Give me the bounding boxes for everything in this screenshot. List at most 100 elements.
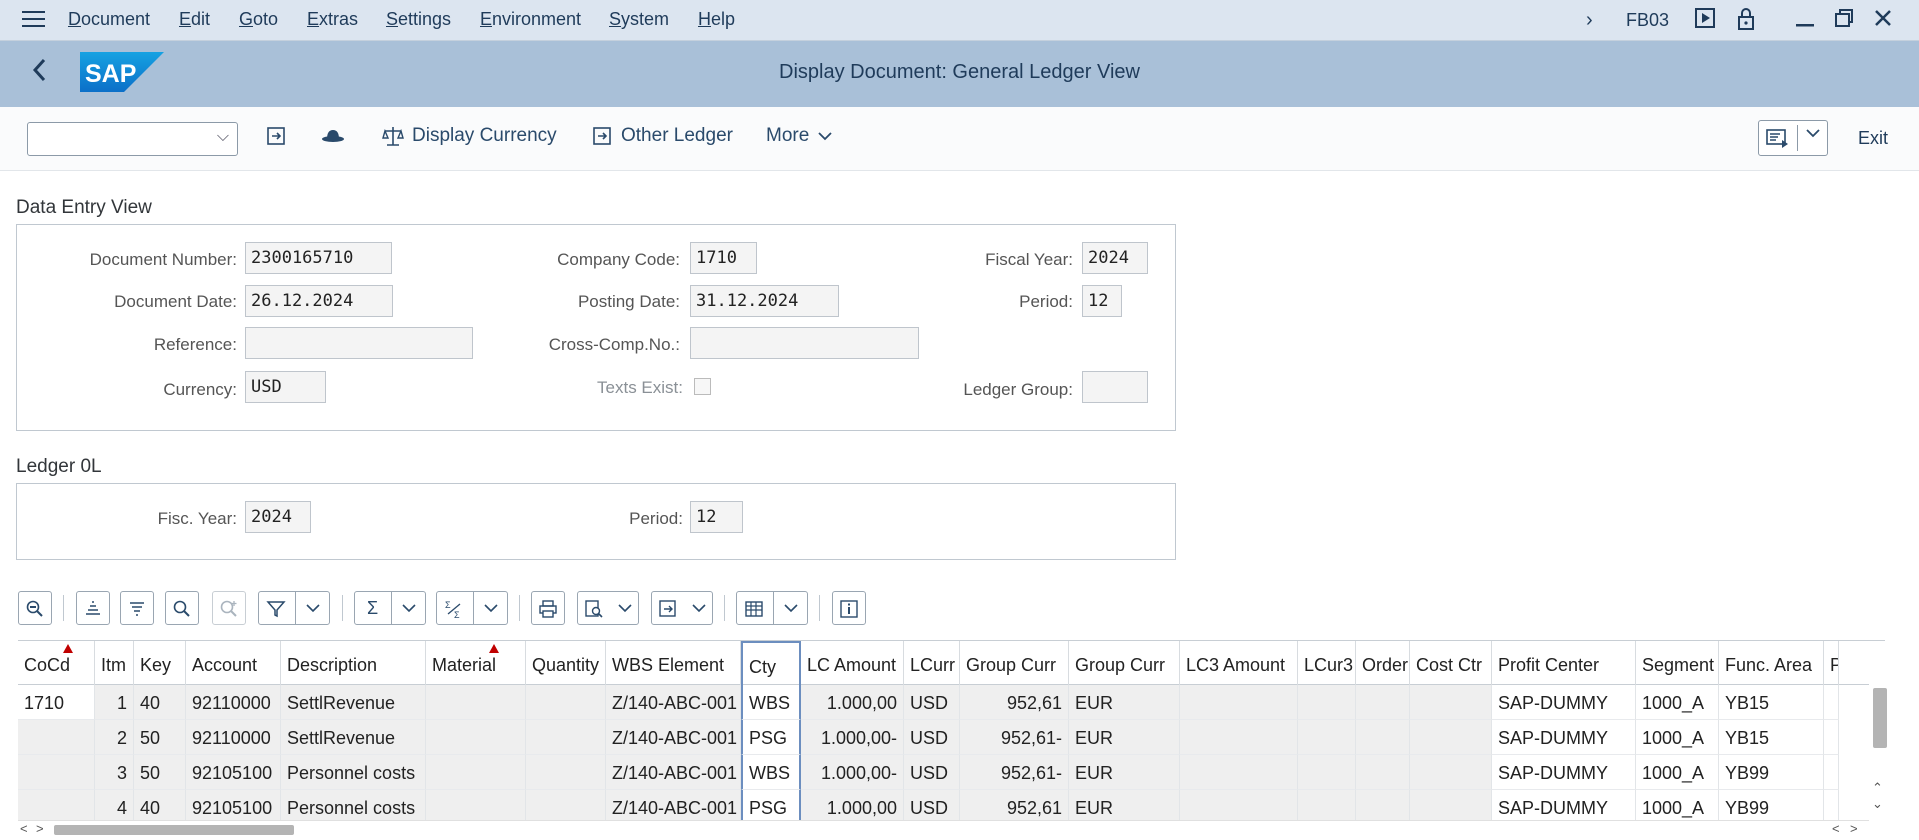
other-ledger-button[interactable]: Other Ledger <box>591 125 733 147</box>
cell-key[interactable]: 50 <box>134 720 186 755</box>
cell-cocd[interactable]: 1710 <box>18 685 95 720</box>
cell-account[interactable]: 92105100 <box>186 755 281 790</box>
column-header-wbs-element[interactable]: WBS Element <box>606 641 741 685</box>
cell-key[interactable]: 40 <box>134 790 186 820</box>
cell-cost-ctr[interactable] <box>1410 685 1492 720</box>
cell-group-curr[interactable]: EUR <box>1069 755 1180 790</box>
cell-cocd[interactable] <box>18 720 95 755</box>
horizontal-scrollbar[interactable]: < > < > <box>18 820 1869 838</box>
cell-profit-center[interactable]: SAP-DUMMY <box>1492 720 1636 755</box>
cell-account[interactable]: 92110000 <box>186 720 281 755</box>
scroll-up-icon[interactable]: ⌃ <box>1872 780 1883 796</box>
cell-group-curr-amount[interactable]: 952,61 <box>960 790 1069 820</box>
cell-order[interactable] <box>1356 755 1410 790</box>
cell-p[interactable] <box>1824 685 1839 720</box>
column-header-cty[interactable]: Cty <box>741 641 801 685</box>
vertical-scrollbar[interactable]: ⌃ ⌄ <box>1869 684 1891 814</box>
ledger-group-field[interactable] <box>1082 371 1148 403</box>
cell-p[interactable] <box>1824 755 1839 790</box>
cell-quantity[interactable] <box>526 685 606 720</box>
print-button[interactable] <box>531 591 565 625</box>
cell-material[interactable] <box>426 755 526 790</box>
cell-cty[interactable]: WBS <box>741 685 801 720</box>
scroll-right-icon[interactable]: > <box>1850 821 1858 836</box>
cell-lcurr[interactable]: USD <box>904 755 960 790</box>
cross-comp-field[interactable] <box>690 327 919 359</box>
cell-order[interactable] <box>1356 685 1410 720</box>
cell-itm[interactable]: 2 <box>95 720 134 755</box>
command-field[interactable]: ⌵ <box>27 122 238 156</box>
cell-group-curr[interactable]: EUR <box>1069 720 1180 755</box>
column-header-profit-center[interactable]: Profit Center <box>1492 641 1636 685</box>
chevron-down-icon[interactable] <box>773 592 807 624</box>
scroll-right-icon[interactable]: > <box>36 821 44 836</box>
document-number-field[interactable]: 2300165710 <box>245 242 392 274</box>
table-row[interactable]: 4 40 92105100 Personnel costs Z/140-ABC-001 P… <box>18 790 1885 820</box>
chevron-down-icon[interactable] <box>473 592 507 624</box>
chevron-down-icon[interactable] <box>295 592 329 624</box>
close-icon[interactable] <box>1870 7 1896 35</box>
column-header-func-area[interactable]: Func. Area <box>1719 641 1824 685</box>
menu-edit[interactable]: Edit <box>179 9 210 30</box>
cell-cocd[interactable] <box>18 755 95 790</box>
column-header-key[interactable]: Key <box>134 641 186 685</box>
menu-icon[interactable] <box>22 11 45 29</box>
total-button[interactable]: Σ <box>354 591 426 625</box>
fiscal-year-field[interactable]: 2024 <box>1082 242 1148 274</box>
cell-func-area[interactable]: YB99 <box>1719 790 1824 820</box>
cell-segment[interactable]: 1000_A <box>1636 790 1719 820</box>
posting-date-field[interactable]: 31.12.2024 <box>690 285 839 317</box>
cell-lcurr[interactable]: USD <box>904 790 960 820</box>
chevron-down-icon[interactable] <box>391 592 425 624</box>
save-as-variant-button[interactable] <box>265 125 287 147</box>
column-header-order[interactable]: Order <box>1356 641 1410 685</box>
column-header-lcurr[interactable]: LCurr <box>904 641 960 685</box>
column-header-account[interactable]: Account <box>186 641 281 685</box>
cell-wbs-element[interactable]: Z/140-ABC-001 <box>606 685 741 720</box>
scroll-left-icon[interactable]: < <box>1832 821 1840 836</box>
cell-quantity[interactable] <box>526 720 606 755</box>
layout-menu-button[interactable] <box>1758 120 1828 156</box>
cell-lc-amount[interactable]: 1.000,00- <box>801 755 904 790</box>
ledger-period-field[interactable]: 12 <box>690 501 743 533</box>
maximize-icon[interactable] <box>1831 7 1857 35</box>
cell-wbs-element[interactable]: Z/140-ABC-001 <box>606 755 741 790</box>
cell-lcur3[interactable] <box>1298 720 1356 755</box>
chevron-down-icon[interactable] <box>686 592 712 625</box>
cell-segment[interactable]: 1000_A <box>1636 755 1719 790</box>
column-header-description[interactable]: Description <box>281 641 426 685</box>
menu-system[interactable]: System <box>609 9 669 30</box>
cell-func-area[interactable]: YB99 <box>1719 755 1824 790</box>
cell-group-curr[interactable]: EUR <box>1069 790 1180 820</box>
layout-button[interactable] <box>736 591 808 625</box>
menu-help[interactable]: Help <box>698 9 735 30</box>
cell-lc-amount[interactable]: 1.000,00 <box>801 790 904 820</box>
scroll-thumb[interactable] <box>54 825 294 835</box>
export-button[interactable] <box>651 591 713 625</box>
cell-material[interactable] <box>426 790 526 820</box>
cell-description[interactable]: Personnel costs <box>281 755 426 790</box>
more-button[interactable]: More <box>766 125 833 147</box>
cell-profit-center[interactable]: SAP-DUMMY <box>1492 790 1636 820</box>
cell-cocd[interactable] <box>18 790 95 820</box>
column-header-lc-amount[interactable]: LC Amount <box>801 641 904 685</box>
details-button[interactable] <box>18 591 52 625</box>
cell-order[interactable] <box>1356 720 1410 755</box>
column-header-group-curr-amount[interactable]: Group Curr <box>960 641 1069 685</box>
cell-account[interactable]: 92110000 <box>186 685 281 720</box>
table-row[interactable]: 1710 1 40 92110000 SettlRevenue Z/140-ABC-001… <box>18 685 1885 720</box>
cell-account[interactable]: 92105100 <box>186 790 281 820</box>
chevron-down-icon[interactable] <box>612 592 638 625</box>
chevron-down-icon[interactable] <box>1805 126 1821 144</box>
document-date-field[interactable]: 26.12.2024 <box>245 285 393 317</box>
cell-group-curr-amount[interactable]: 952,61- <box>960 720 1069 755</box>
scroll-down-icon[interactable]: ⌄ <box>1872 796 1883 812</box>
cell-profit-center[interactable]: SAP-DUMMY <box>1492 685 1636 720</box>
cell-lc3-amount[interactable] <box>1180 755 1298 790</box>
play-icon[interactable] <box>1692 7 1718 35</box>
cell-cty[interactable]: PSG <box>741 720 801 755</box>
column-header-cost-ctr[interactable]: Cost Ctr <box>1410 641 1492 685</box>
cell-segment[interactable]: 1000_A <box>1636 685 1719 720</box>
scroll-thumb[interactable] <box>1873 688 1887 748</box>
menu-environment[interactable]: Environment <box>480 9 581 30</box>
